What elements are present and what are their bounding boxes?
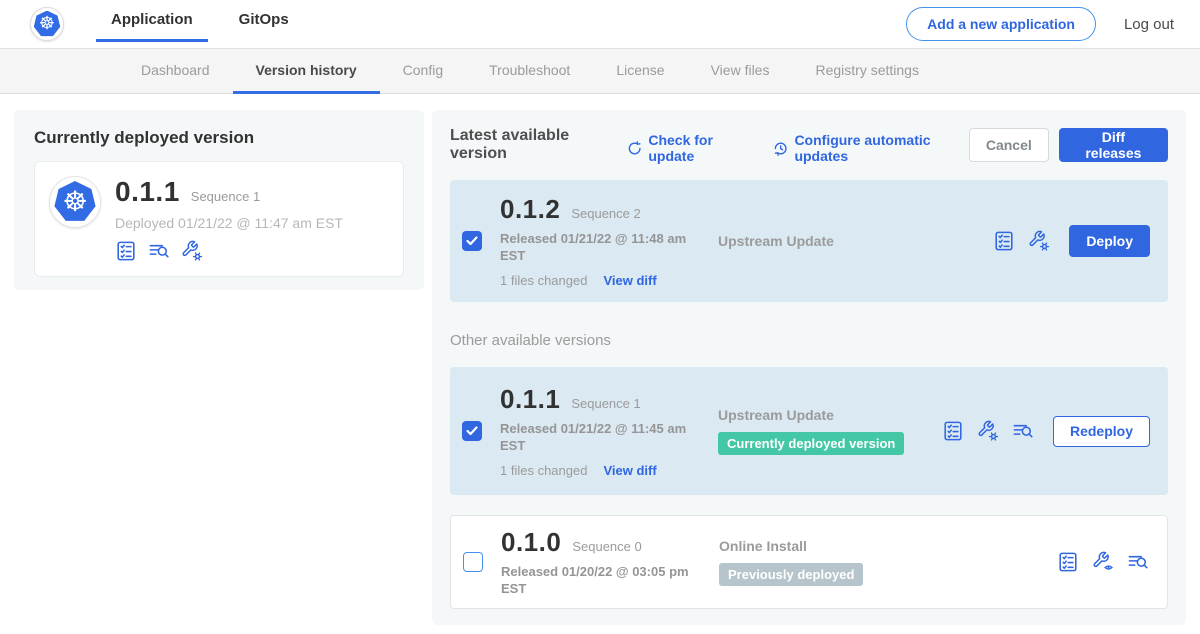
- redeploy-button[interactable]: Redeploy: [1053, 416, 1150, 447]
- currently-deployed-panel: Currently deployed version ☸ 0.1.1 Seque…: [14, 110, 424, 290]
- top-nav-right: Add a new application Log out: [906, 7, 1174, 41]
- latest-available-title: Latest available version: [450, 127, 613, 163]
- view-files-icon[interactable]: [1127, 551, 1149, 573]
- release-notes-icon[interactable]: [942, 420, 964, 442]
- version-actions: Deploy: [993, 225, 1150, 257]
- app-tabs: Application GitOps: [96, 0, 320, 44]
- refresh-icon: [627, 140, 642, 157]
- deploy-button[interactable]: Deploy: [1069, 225, 1150, 257]
- checkmark-icon: [466, 426, 478, 436]
- source-label: Upstream Update: [718, 407, 942, 423]
- version-number: 0.1.2: [500, 194, 560, 225]
- source-label: Online Install: [719, 538, 1057, 554]
- version-checkbox[interactable]: [463, 552, 483, 572]
- kubernetes-logo[interactable]: ☸: [30, 7, 64, 41]
- version-info: 0.1.2 Sequence 2 Released 01/21/22 @ 11:…: [500, 194, 702, 288]
- main-content: Currently deployed version ☸ 0.1.1 Seque…: [0, 94, 1200, 625]
- version-checkbox[interactable]: [462, 421, 482, 441]
- deployed-actions: [115, 240, 343, 262]
- top-nav: ☸ Application GitOps Add a new applicati…: [0, 0, 1200, 49]
- version-source: Upstream Update Currently deployed versi…: [702, 407, 942, 455]
- view-files-icon[interactable]: [1012, 420, 1034, 442]
- kubernetes-heptagon: ☸: [54, 181, 96, 223]
- tab-view-files[interactable]: View files: [688, 49, 793, 94]
- released-timestamp: Released 01/20/22 @ 03:05 pm EST: [501, 564, 703, 597]
- release-notes-icon[interactable]: [993, 230, 1015, 252]
- kubernetes-wheel-icon: ☸: [62, 188, 87, 216]
- sequence-label: Sequence 2: [571, 206, 640, 221]
- tab-config[interactable]: Config: [380, 49, 466, 94]
- deployed-panel-title: Currently deployed version: [34, 128, 404, 148]
- sequence-label: Sequence 0: [572, 539, 641, 554]
- version-source: Online Install Previously deployed: [703, 538, 1057, 586]
- view-config-icon[interactable]: [1092, 551, 1114, 573]
- clock-refresh-icon: [773, 140, 788, 157]
- previously-deployed-badge: Previously deployed: [719, 563, 863, 586]
- checkmark-icon: [466, 236, 478, 246]
- version-number: 0.1.1: [500, 384, 560, 415]
- deployed-version-card: ☸ 0.1.1 Sequence 1 Deployed 01/21/22 @ 1…: [34, 161, 404, 277]
- add-application-button[interactable]: Add a new application: [906, 7, 1096, 41]
- configure-automatic-updates-label: Configure automatic updates: [794, 132, 968, 164]
- release-notes-icon[interactable]: [115, 240, 137, 262]
- diff-releases-button[interactable]: Diff releases: [1059, 128, 1168, 162]
- version-info: 0.1.0 Sequence 0 Released 01/20/22 @ 03:…: [501, 527, 703, 597]
- edit-config-icon[interactable]: [181, 240, 203, 262]
- version-actions: [1057, 551, 1149, 573]
- kubernetes-heptagon: ☸: [34, 11, 61, 38]
- version-source: Upstream Update: [702, 233, 993, 249]
- version-row-0-1-1: 0.1.1 Sequence 1 Released 01/21/22 @ 11:…: [450, 367, 1168, 495]
- edit-config-icon[interactable]: [1028, 230, 1050, 252]
- view-files-icon[interactable]: [148, 240, 170, 262]
- check-for-update-link[interactable]: Check for update: [627, 132, 751, 164]
- version-row-0-1-2: 0.1.2 Sequence 2 Released 01/21/22 @ 11:…: [450, 180, 1168, 302]
- deployed-version-info: 0.1.1 Sequence 1 Deployed 01/21/22 @ 11:…: [115, 174, 343, 262]
- version-info: 0.1.1 Sequence 1 Released 01/21/22 @ 11:…: [500, 384, 702, 478]
- version-number: 0.1.0: [501, 527, 561, 558]
- files-changed-label: 1 files changed: [500, 273, 587, 288]
- source-label: Upstream Update: [718, 233, 993, 249]
- version-row-0-1-0: 0.1.0 Sequence 0 Released 01/20/22 @ 03:…: [450, 515, 1168, 609]
- tab-version-history[interactable]: Version history: [233, 49, 380, 94]
- cancel-button[interactable]: Cancel: [969, 128, 1049, 162]
- kubernetes-wheel-icon: ☸: [39, 15, 55, 33]
- app-sub-nav: Dashboard Version history Config Trouble…: [0, 49, 1200, 94]
- sequence-label: Sequence 1: [191, 189, 260, 204]
- tab-gitops[interactable]: GitOps: [224, 0, 304, 42]
- version-actions: Redeploy: [942, 416, 1150, 447]
- tab-troubleshoot[interactable]: Troubleshoot: [466, 49, 593, 94]
- app-icon: ☸: [49, 176, 101, 228]
- currently-deployed-badge: Currently deployed version: [718, 432, 904, 455]
- tab-application[interactable]: Application: [96, 0, 208, 42]
- released-timestamp: Released 01/21/22 @ 11:48 am EST: [500, 231, 702, 264]
- version-number: 0.1.1: [115, 176, 180, 208]
- edit-config-icon[interactable]: [977, 420, 999, 442]
- logout-link[interactable]: Log out: [1124, 16, 1174, 33]
- available-versions-panel: Latest available version Check for updat…: [432, 110, 1186, 625]
- released-timestamp: Released 01/21/22 @ 11:45 am EST: [500, 421, 702, 454]
- other-available-versions-title: Other available versions: [450, 332, 1168, 349]
- configure-automatic-updates-link[interactable]: Configure automatic updates: [773, 132, 969, 164]
- files-changed-label: 1 files changed: [500, 463, 587, 478]
- sequence-label: Sequence 1: [571, 396, 640, 411]
- view-diff-link[interactable]: View diff: [603, 273, 656, 288]
- release-notes-icon[interactable]: [1057, 551, 1079, 573]
- version-checkbox[interactable]: [462, 231, 482, 251]
- view-diff-link[interactable]: View diff: [603, 463, 656, 478]
- available-panel-header: Latest available version Check for updat…: [450, 126, 1168, 164]
- check-for-update-label: Check for update: [648, 132, 751, 164]
- tab-license[interactable]: License: [593, 49, 687, 94]
- tab-registry-settings[interactable]: Registry settings: [792, 49, 941, 94]
- deployed-timestamp: Deployed 01/21/22 @ 11:47 am EST: [115, 215, 343, 231]
- tab-dashboard[interactable]: Dashboard: [118, 49, 233, 94]
